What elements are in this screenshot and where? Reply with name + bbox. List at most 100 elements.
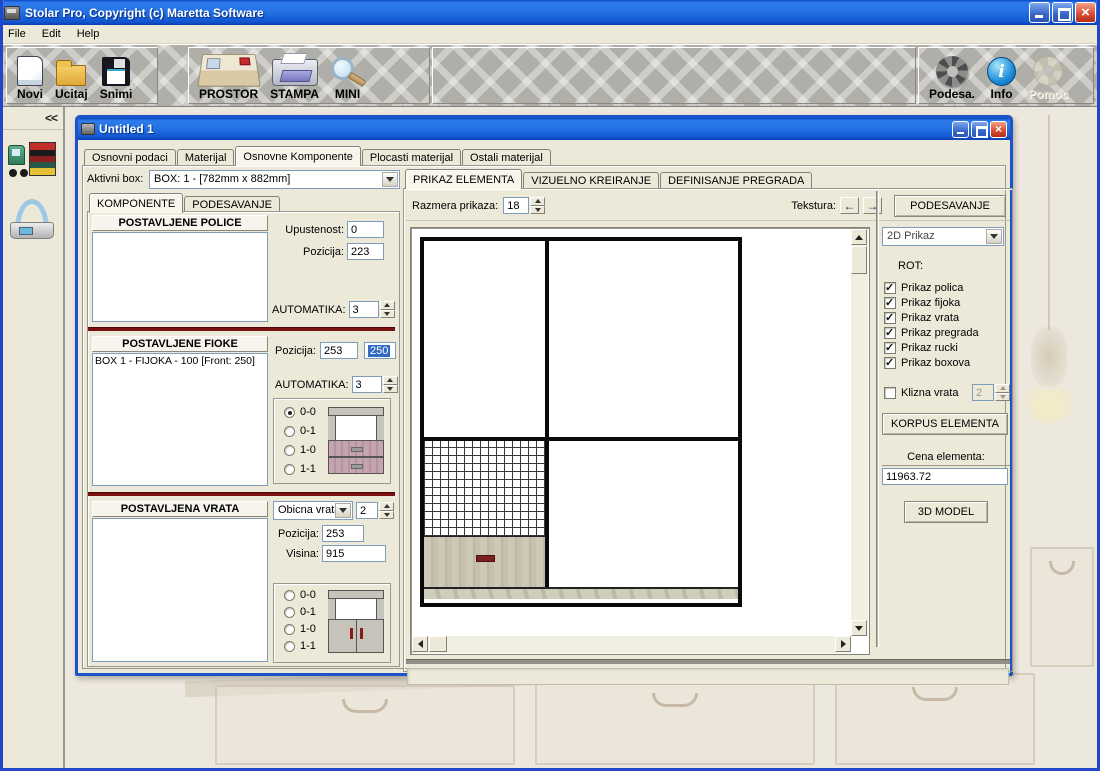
fioke-list[interactable]: BOX 1 - FIJOKA - 100 [Front: 250]: [92, 353, 268, 486]
upustenost-field[interactable]: [347, 221, 384, 238]
razmera-field[interactable]: [503, 197, 529, 214]
list-item[interactable]: BOX 1 - FIJOKA - 100 [Front: 250]: [95, 355, 265, 367]
hscroll-thumb[interactable]: [429, 636, 447, 652]
cabinet-left-top-panel[interactable]: [424, 241, 549, 437]
tab-plocasti-materijal[interactable]: Plocasti materijal: [362, 149, 461, 166]
tab-vizuelno-kreiranje[interactable]: VIZUELNO KREIRANJE: [523, 172, 659, 189]
scroll-up-button[interactable]: [851, 229, 867, 245]
vrata-pozicija-label: Pozicija:: [275, 528, 319, 540]
police-list[interactable]: [92, 232, 268, 322]
mdi-area: Untitled 1 Osnovni podaci Materijal Osno…: [65, 107, 1100, 768]
razmera-label: Razmera prikaza:: [412, 200, 498, 212]
prostor-button[interactable]: PROSTOR: [195, 50, 262, 102]
checkbox-prikaz-polica[interactable]: Prikaz polica: [884, 280, 1010, 295]
forklift-button[interactable]: [8, 139, 56, 181]
splitter-bar[interactable]: [406, 659, 1010, 664]
vrata-broj-field[interactable]: [356, 502, 378, 519]
collapse-rail-button[interactable]: <<: [45, 111, 57, 125]
maximize-button[interactable]: [1052, 2, 1073, 23]
police-pozicija-field[interactable]: [347, 243, 384, 260]
checkbox-prikaz-fijoka[interactable]: Prikaz fijoka: [884, 295, 1010, 310]
fioke-preview-icon: [328, 407, 384, 474]
mini-button[interactable]: MINI: [327, 50, 368, 102]
tekstura-next-button[interactable]: →: [863, 197, 882, 214]
vrata-preview-icon: [328, 590, 384, 653]
doc-close-button[interactable]: [990, 121, 1007, 138]
vrata-tip-select[interactable]: Obicna vrata: [273, 501, 353, 520]
info-button[interactable]: Info: [983, 50, 1020, 102]
tab-ostali-materijal[interactable]: Ostali materijal: [462, 149, 551, 166]
aktivni-box-select[interactable]: BOX: 1 - [782mm x 882mm]: [149, 170, 400, 189]
chevron-down-icon[interactable]: [335, 503, 351, 518]
police-automatika-field[interactable]: [349, 301, 379, 318]
scroll-down-button[interactable]: [851, 620, 867, 636]
scanner-button[interactable]: [10, 199, 56, 243]
cabinet-wire-basket[interactable]: [424, 441, 545, 537]
checkbox-prikaz-pregrada[interactable]: Prikaz pregrada: [884, 325, 1010, 340]
vscroll-thumb[interactable]: [851, 246, 867, 274]
fioke-pozicija-label: Pozicija:: [275, 345, 316, 357]
korpus-elementa-button[interactable]: KORPUS ELEMENTA: [882, 413, 1008, 435]
stampa-button[interactable]: STAMPA: [266, 50, 323, 102]
menu-file[interactable]: File: [0, 26, 34, 42]
open-button[interactable]: Ucitaj: [51, 50, 92, 102]
checkbox-klizna-vrata[interactable]: Klizna vrata: [884, 385, 972, 400]
vrata-pozicija-field[interactable]: [322, 525, 364, 542]
app-titlebar: Stolar Pro, Copyright (c) Maretta Softwa…: [0, 0, 1100, 25]
cabinet-right-bottom-panel[interactable]: [549, 441, 738, 587]
tab-osnovni-podaci[interactable]: Osnovni podaci: [84, 149, 176, 166]
tab-osnovne-komponente[interactable]: Osnovne Komponente: [235, 146, 360, 166]
document-titlebar[interactable]: Untitled 1: [78, 118, 1010, 140]
minimize-button[interactable]: [1029, 2, 1050, 23]
model-3d-button[interactable]: 3D MODEL: [904, 501, 988, 523]
toolbar-group-tools: PROSTOR STAMPA MINI: [188, 47, 430, 104]
checkbox-prikaz-rucki[interactable]: Prikaz rucki: [884, 340, 1010, 355]
new-document-icon: [17, 56, 43, 86]
vrata-broj-spinner[interactable]: [379, 502, 394, 519]
document-window: Untitled 1 Osnovni podaci Materijal Osno…: [75, 115, 1013, 676]
police-automatika-spinner[interactable]: [380, 301, 395, 318]
document-body: Osnovni podaci Materijal Osnovne Kompone…: [78, 140, 1010, 673]
cena-label: Cena elementa:: [882, 451, 1010, 466]
scanner-icon: [10, 222, 54, 239]
menu-help[interactable]: Help: [69, 26, 108, 42]
close-button[interactable]: [1075, 2, 1096, 23]
horizontal-scrollbar[interactable]: [412, 636, 851, 653]
fioke-pozicija-field[interactable]: [320, 342, 358, 359]
vertical-scrollbar[interactable]: [851, 229, 868, 636]
checkbox-prikaz-vrata[interactable]: Prikaz vrata: [884, 310, 1010, 325]
scroll-right-button[interactable]: [835, 636, 851, 652]
fioke-automatika-field[interactable]: [352, 376, 382, 393]
doc-maximize-button[interactable]: [971, 121, 988, 138]
checkbox-prikaz-boxova[interactable]: Prikaz boxova: [884, 355, 1010, 370]
kitchen-drawer-decor: [215, 685, 515, 765]
fioka-front-field[interactable]: 250: [364, 342, 396, 359]
chevron-down-icon[interactable]: [382, 172, 398, 187]
scroll-left-button[interactable]: [412, 636, 428, 652]
cabinet-plinth[interactable]: [424, 587, 738, 599]
settings-button[interactable]: Podesa.: [925, 50, 979, 102]
chevron-down-icon[interactable]: [986, 229, 1002, 244]
visina-field[interactable]: [322, 545, 386, 562]
podesavanje-button[interactable]: PODESAVANJE: [894, 195, 1006, 217]
tab-prikaz-elementa[interactable]: PRIKAZ ELEMENTA: [405, 169, 522, 189]
cabinet-drawer-front[interactable]: [424, 537, 545, 587]
tab-definisanje-pregrada[interactable]: DEFINISANJE PREGRADA: [660, 172, 812, 189]
new-button[interactable]: Novi: [13, 50, 47, 102]
tab-page: Aktivni box: BOX: 1 - [782mm x 882mm] KO…: [82, 165, 1006, 669]
fioke-automatika-spinner[interactable]: [383, 376, 398, 393]
doc-minimize-button[interactable]: [952, 121, 969, 138]
save-button[interactable]: Snimi: [96, 50, 137, 102]
vrata-list[interactable]: [92, 518, 268, 662]
tab-materijal[interactable]: Materijal: [177, 149, 235, 166]
razmera-spinner[interactable]: [530, 197, 545, 214]
cabinet-right-top-panel[interactable]: [549, 241, 738, 437]
view-mode-select[interactable]: 2D Prikaz: [882, 227, 1004, 246]
color-stripes-icon: [29, 142, 56, 176]
tab-komponente[interactable]: KOMPONENTE: [89, 193, 183, 213]
cena-field[interactable]: [882, 468, 1008, 485]
menu-edit[interactable]: Edit: [34, 26, 69, 42]
chandelier-decor: [1027, 389, 1071, 423]
drawing-canvas[interactable]: [410, 227, 870, 655]
tekstura-prev-button[interactable]: ←: [840, 197, 859, 214]
